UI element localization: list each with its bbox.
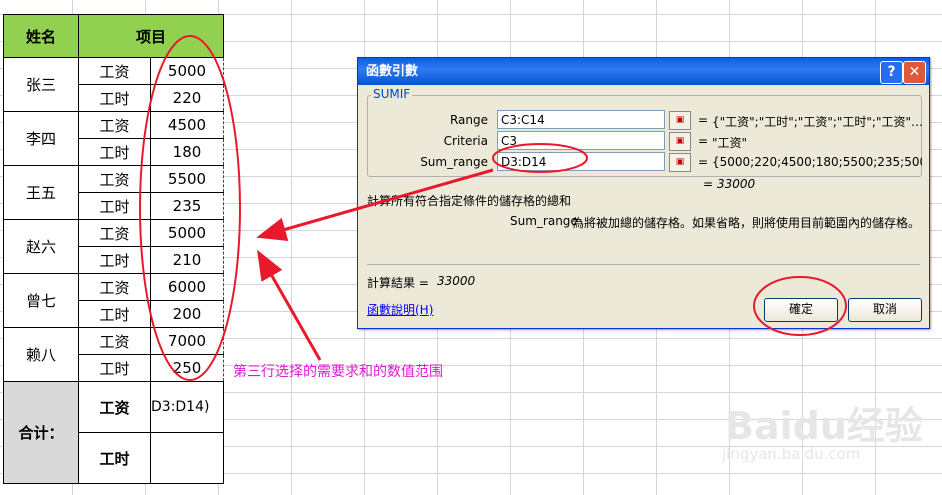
help-icon[interactable]: ? [880,61,903,84]
collapse-dialog-icon[interactable]: ▣ [669,111,691,130]
arg-result: "工资" [712,136,748,150]
item-cell[interactable]: 工时 [78,246,151,274]
value-cell[interactable]: 220 [150,84,224,112]
arg-row-sum-range: Sum_range D3:D14 ▣ = {5000;220;4500;180;… [368,152,922,173]
arg-result: {"工资";"工时";"工资";"工时";"工资"… [712,115,922,129]
item-cell[interactable]: 工时 [78,300,151,328]
person-name[interactable]: 李四 [3,111,79,166]
ok-button[interactable]: 確定 [764,298,838,322]
total-hours-label[interactable]: 工时 [78,432,151,484]
item-cell[interactable]: 工资 [78,327,151,355]
value-cell[interactable]: 5500 [150,165,224,193]
divider [367,264,920,265]
data-table: 姓名 项目 张三 工资 5000 工时 220 李四 工资 4500 工时 18… [3,14,224,484]
value-cell[interactable]: 235 [150,192,224,220]
total-salary-label[interactable]: 工资 [78,381,151,433]
value-cell[interactable]: 6000 [150,273,224,301]
arg-result: {5000;220;4500;180;5500;235;5000;21… [712,155,922,169]
item-cell[interactable]: 工资 [78,111,151,139]
sum-range-input[interactable]: D3:D14 [497,152,665,171]
function-arguments-dialog: 函數引數 ? ✕ SUMIF Range C3:C14 ▣ = {"工资";"工… [357,57,930,329]
arg-label: Range [449,113,488,127]
collapse-dialog-icon[interactable]: ▣ [669,153,691,172]
value-cell[interactable]: 210 [150,246,224,274]
value-cell[interactable]: 200 [150,300,224,328]
function-help-link[interactable]: 函數說明(H) [367,301,433,318]
header-name[interactable]: 姓名 [3,14,79,58]
person-name[interactable]: 王五 [3,165,79,220]
baidu-watermark-url: jingyan.baidu.com [722,445,861,463]
item-cell[interactable]: 工时 [78,192,151,220]
value-cell[interactable]: 5000 [150,219,224,247]
calc-result-label: 計算結果 = [367,276,429,290]
person-name[interactable]: 曾七 [3,273,79,328]
item-cell[interactable]: 工资 [78,273,151,301]
arg-equals: = [698,155,709,169]
header-item[interactable]: 项目 [78,14,224,58]
person-name[interactable]: 赵六 [3,219,79,274]
item-cell[interactable]: 工资 [78,57,151,85]
criteria-input[interactable]: C3 [497,131,665,150]
item-cell[interactable]: 工时 [78,138,151,166]
close-icon[interactable]: ✕ [903,61,926,84]
arg-label: Criteria [443,134,488,148]
value-cell[interactable]: 180 [150,138,224,166]
dialog-titlebar[interactable]: 函數引數 ? ✕ [358,58,929,85]
annotation-note: 第三行选择的需要求和的数值范围 [233,364,443,380]
item-cell[interactable]: 工时 [78,84,151,112]
item-cell[interactable]: 工资 [78,219,151,247]
function-name: SUMIF [371,87,413,101]
value-cell[interactable]: 4500 [150,111,224,139]
item-cell[interactable]: 工时 [78,354,151,382]
arg-equals: = [698,134,709,148]
total-salary-formula-cell[interactable]: D3:D14) [150,381,224,433]
collapse-dialog-icon[interactable]: ▣ [669,132,691,151]
value-cell[interactable]: 7000 [150,327,224,355]
arguments-group: SUMIF Range C3:C14 ▣ = {"工资";"工时";"工资";"… [367,87,922,177]
cancel-button[interactable]: 取消 [848,298,922,322]
calc-result-value: 33000 [437,274,476,288]
person-name[interactable]: 张三 [3,57,79,112]
arg-equals: = [698,113,709,127]
value-cell[interactable]: 250 [150,354,224,382]
arg-row-range: Range C3:C14 ▣ = {"工资";"工时";"工资";"工时";"工… [368,110,922,131]
dialog-title: 函數引數 [366,64,419,79]
total-label[interactable]: 合计： [3,381,79,484]
arg-help-name: Sum_range [510,214,578,228]
total-hours-cell[interactable] [150,432,224,484]
formula-result: 33000 [717,177,756,191]
item-cell[interactable]: 工资 [78,165,151,193]
arg-label: Sum_range [420,155,488,169]
value-cell[interactable]: 5000 [150,57,224,85]
formula-equals: = [703,177,714,191]
person-name[interactable]: 赖八 [3,327,79,382]
baidu-watermark: Baidu经验 [725,404,923,448]
arg-help-text: 為將被加總的儲存格。如果省略，則將使用目前範圍內的儲存格。 [572,216,921,230]
range-input[interactable]: C3:C14 [497,110,665,129]
function-description: 計算所有符合指定條件的儲存格的總和 [367,194,572,208]
arg-row-criteria: Criteria C3 ▣ = "工资" [368,131,921,152]
